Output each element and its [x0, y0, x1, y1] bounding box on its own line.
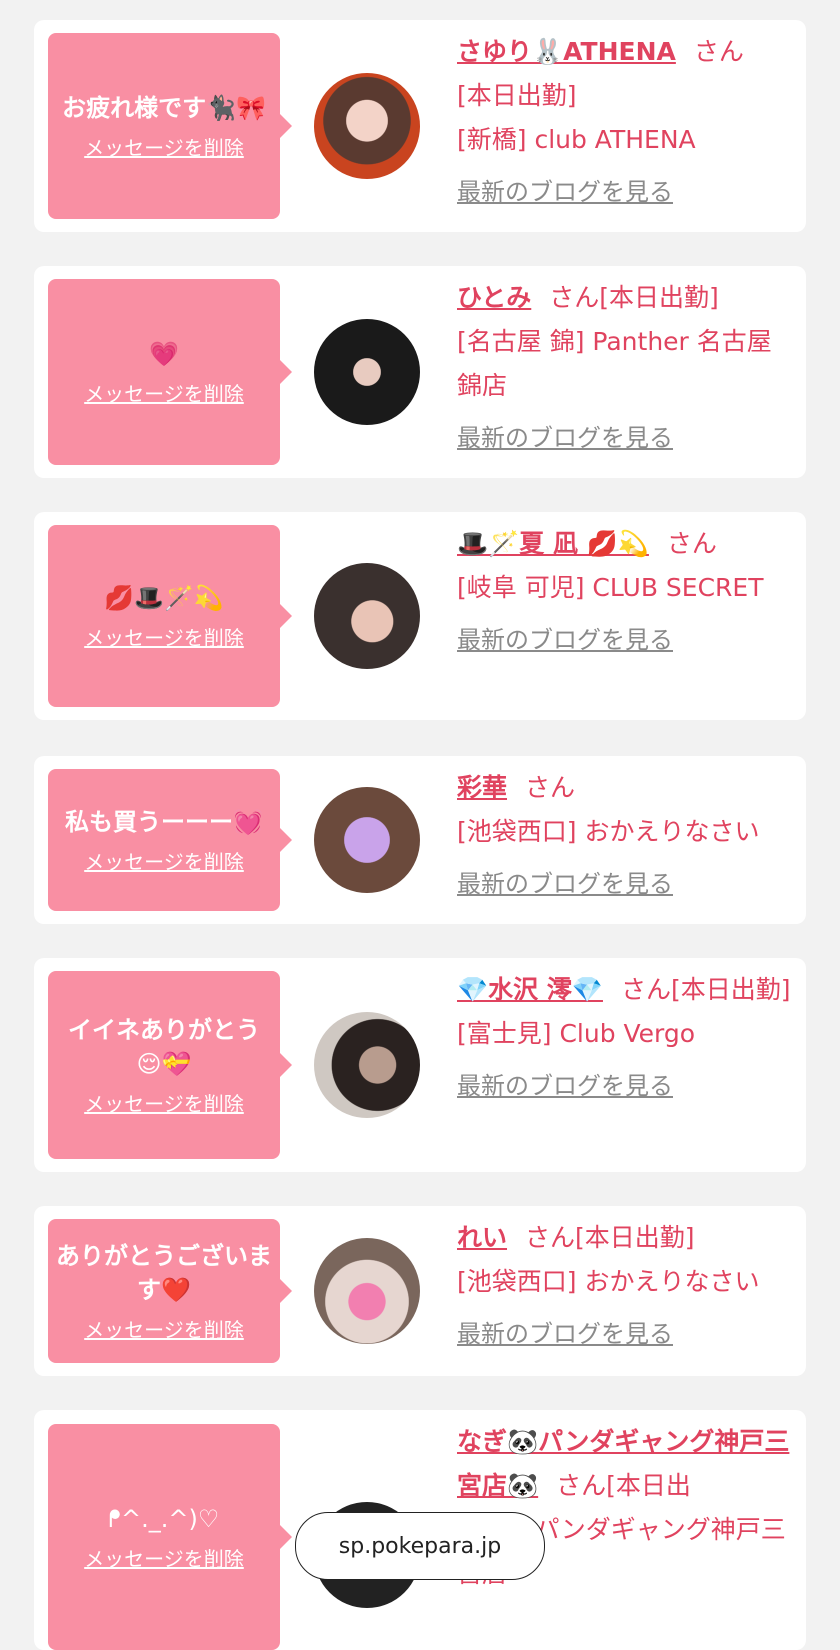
cast-info: さゆり🐰ATHENA さん [本日出勤] [新橋] club ATHENA 最新の…: [457, 30, 796, 214]
status-text: [本日出勤]: [670, 975, 791, 1004]
delete-message-link[interactable]: メッセージを削除: [84, 849, 244, 875]
shop-text: [新橋] club ATHENA: [457, 125, 696, 154]
message-card: ありがとうございます❤️ メッセージを削除 れい さん[本日出勤] [池袋西口] …: [34, 1206, 806, 1376]
honorific: さん: [620, 975, 671, 1004]
message-text: 💗: [149, 340, 179, 368]
message-text: 💋🎩🪄💫: [104, 584, 224, 612]
status-text: [本日出勤]: [575, 1223, 695, 1252]
message-card: 私も買うーーー💓 メッセージを削除 彩華 さん [池袋西口] おかえりなさい 最新…: [34, 756, 806, 924]
message-card: イイネありがとう😌💝 メッセージを削除 💎水沢 澪💎 さん[本日出勤] [富士見]…: [34, 958, 806, 1172]
cast-name-link[interactable]: 🎩🪄夏 凪 💋💫: [457, 529, 649, 558]
shop-text: [池袋西口] おかえりなさい: [457, 817, 760, 846]
message-bubble: 💋🎩🪄💫 メッセージを削除: [48, 525, 292, 707]
avatar[interactable]: [314, 787, 420, 893]
message-text: イイネありがとう😌💝: [68, 1016, 260, 1078]
message-bubble: ᖰ^._.^)♡ メッセージを削除: [48, 1424, 292, 1650]
delete-message-link[interactable]: メッセージを削除: [84, 1317, 244, 1343]
delete-message-link[interactable]: メッセージを削除: [84, 1546, 244, 1572]
latest-blog-link[interactable]: 最新のブログを見る: [457, 170, 796, 214]
status-text: [本日出勤]: [599, 283, 719, 312]
cast-info: 💎水沢 澪💎 さん[本日出勤] [富士見] Club Vergo 最新のブログを見…: [457, 968, 796, 1108]
avatar[interactable]: [314, 1012, 420, 1118]
cast-info: 彩華 さん [池袋西口] おかえりなさい 最新のブログを見る: [457, 766, 796, 906]
cast-name-link[interactable]: ひとみ: [457, 283, 531, 312]
honorific: さん: [525, 1223, 576, 1252]
message-bubble: 💗 メッセージを削除: [48, 279, 292, 465]
cast-info: 🎩🪄夏 凪 💋💫 さん [岐阜 可児] CLUB SECRET 最新のブログを見る: [457, 522, 796, 662]
honorific: さん: [693, 37, 744, 66]
shop-text: [名古屋 錦] Panther 名古屋錦店: [457, 327, 772, 400]
avatar[interactable]: [314, 73, 420, 179]
message-text: 私も買うーーー💓: [65, 808, 263, 836]
latest-blog-link[interactable]: 最新のブログを見る: [457, 618, 796, 662]
honorific: さん: [525, 773, 576, 802]
url-bar[interactable]: sp.pokepara.jp: [295, 1512, 545, 1580]
shop-text: [富士見] Club Vergo: [457, 1019, 696, 1048]
message-bubble: お疲れ様です🐈‍⬛🎀 メッセージを削除: [48, 33, 292, 219]
latest-blog-link[interactable]: 最新のブログを見る: [457, 862, 796, 906]
cast-name-link[interactable]: さゆり🐰ATHENA: [457, 37, 676, 66]
message-text: ᖰ^._.^)♡: [108, 1505, 220, 1533]
message-card: 💋🎩🪄💫 メッセージを削除 🎩🪄夏 凪 💋💫 さん [岐阜 可児] CLUB SE…: [34, 512, 806, 720]
delete-message-link[interactable]: メッセージを削除: [84, 135, 244, 161]
honorific: さん: [666, 529, 717, 558]
honorific: さん: [549, 283, 600, 312]
delete-message-link[interactable]: メッセージを削除: [84, 381, 244, 407]
message-card: お疲れ様です🐈‍⬛🎀 メッセージを削除 さゆり🐰ATHENA さん [本日出勤] …: [34, 20, 806, 232]
message-bubble: ありがとうございます❤️ メッセージを削除: [48, 1219, 292, 1363]
delete-message-link[interactable]: メッセージを削除: [84, 625, 244, 651]
message-bubble: 私も買うーーー💓 メッセージを削除: [48, 769, 292, 911]
status-text: [本日出勤]: [457, 81, 577, 110]
message-text: お疲れ様です🐈‍⬛🎀: [62, 94, 266, 122]
latest-blog-link[interactable]: 最新のブログを見る: [457, 1312, 796, 1356]
avatar[interactable]: [314, 563, 420, 669]
cast-name-link[interactable]: 💎水沢 澪💎: [457, 975, 603, 1004]
latest-blog-link[interactable]: 最新のブログを見る: [457, 1064, 796, 1108]
shop-text: [池袋西口] おかえりなさい: [457, 1267, 760, 1296]
status-text: [本日出: [606, 1471, 691, 1500]
cast-info: れい さん[本日出勤] [池袋西口] おかえりなさい 最新のブログを見る: [457, 1216, 796, 1356]
cast-name-link[interactable]: 彩華: [457, 773, 507, 802]
latest-blog-link[interactable]: 最新のブログを見る: [457, 416, 796, 460]
cast-info: ひとみ さん[本日出勤] [名古屋 錦] Panther 名古屋錦店 最新のブログ…: [457, 276, 796, 460]
message-bubble: イイネありがとう😌💝 メッセージを削除: [48, 971, 292, 1159]
shop-text: [岐阜 可児] CLUB SECRET: [457, 573, 764, 602]
avatar[interactable]: [314, 319, 420, 425]
cast-name-link[interactable]: れい: [457, 1223, 507, 1252]
avatar[interactable]: [314, 1238, 420, 1344]
honorific: さん: [556, 1471, 607, 1500]
delete-message-link[interactable]: メッセージを削除: [84, 1091, 244, 1117]
message-text: ありがとうございます❤️: [56, 1242, 272, 1304]
message-card: 💗 メッセージを削除 ひとみ さん[本日出勤] [名古屋 錦] Panther 名…: [34, 266, 806, 478]
